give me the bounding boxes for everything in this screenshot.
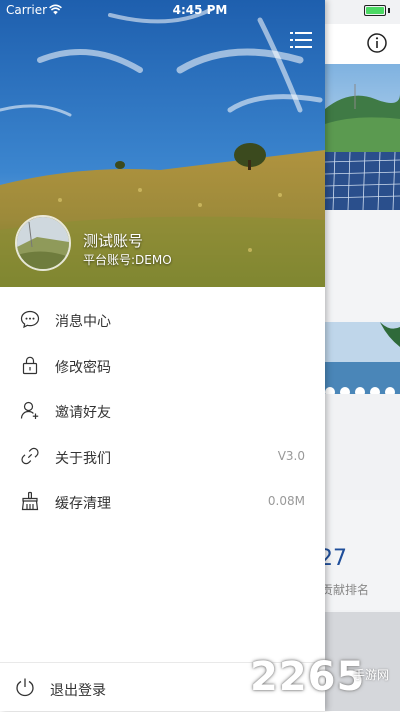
solar-banner-image[interactable] bbox=[325, 64, 400, 210]
menu-item-label: 修改密码 bbox=[55, 359, 111, 376]
list-menu-icon[interactable] bbox=[290, 31, 312, 49]
info-icon[interactable] bbox=[366, 32, 388, 54]
logout-label: 退出登录 bbox=[50, 683, 106, 699]
menu-item-label: 缓存清理 bbox=[55, 496, 111, 512]
drawer-header: 测试账号 平台账号:DEMO bbox=[0, 0, 325, 287]
battery-icon bbox=[364, 5, 386, 16]
rank-label: 贡献排名 bbox=[321, 583, 370, 597]
power-icon bbox=[16, 678, 34, 697]
watermark-logo: 2265 手游网 bbox=[250, 654, 400, 711]
add-user-icon bbox=[20, 401, 39, 419]
menu-item-label: 消息中心 bbox=[55, 314, 111, 330]
drawer-menu: 消息中心 修改密码 邀请好友 关于我们 V3.0 缓存清理 0.08M bbox=[0, 297, 325, 525]
menu-item-clear-cache[interactable]: 缓存清理 0.08M bbox=[0, 479, 325, 525]
menu-item-change-password[interactable]: 修改密码 bbox=[0, 343, 325, 389]
avatar[interactable] bbox=[15, 215, 71, 271]
status-bar: Carrier 4:45 PM bbox=[0, 0, 400, 20]
platform-account: 平台账号:DEMO bbox=[83, 253, 172, 267]
watermark-suffix: 手游网 bbox=[353, 668, 390, 682]
watermark-number: 2265 bbox=[250, 654, 366, 700]
status-time: 4:45 PM bbox=[172, 3, 228, 17]
sea-banner-image[interactable] bbox=[325, 322, 400, 394]
app-nav-bar bbox=[325, 24, 400, 65]
menu-item-label: 邀请好友 bbox=[55, 405, 111, 421]
message-icon bbox=[20, 310, 40, 329]
menu-item-about-us[interactable]: 关于我们 V3.0 bbox=[0, 434, 325, 480]
stats-card: 27 贡献排名 bbox=[319, 500, 400, 610]
broom-icon bbox=[21, 491, 39, 511]
cache-size-value: 0.08M bbox=[267, 494, 305, 508]
side-drawer: 测试账号 平台账号:DEMO 消息中心 修改密码 邀请好友 关于我们 V3.0 … bbox=[0, 0, 325, 711]
menu-item-invite-friends[interactable]: 邀请好友 bbox=[0, 388, 325, 434]
menu-item-messages[interactable]: 消息中心 bbox=[0, 297, 325, 343]
menu-item-label: 关于我们 bbox=[55, 450, 111, 467]
version-value: V3.0 bbox=[277, 448, 305, 463]
user-name: 测试账号 bbox=[83, 232, 144, 250]
lock-icon bbox=[22, 356, 38, 374]
link-icon bbox=[21, 447, 39, 464]
